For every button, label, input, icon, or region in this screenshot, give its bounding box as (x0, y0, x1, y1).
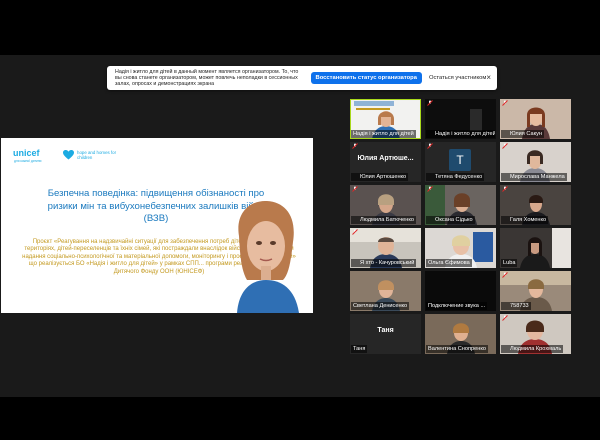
participant-name: Юлия Артюшенко (351, 173, 409, 181)
participant-tile[interactable]: Валентина Снопренко (425, 314, 496, 354)
muted-mic-icon (502, 100, 508, 106)
participant-name: Валентина Снопренко (426, 345, 488, 353)
participant-display-name: Юлия Артюше... (357, 155, 414, 162)
participant-name: Ольга Єфимова (426, 259, 472, 267)
participant-tile[interactable]: Ольга Єфимова (425, 228, 496, 268)
participant-tile[interactable]: Подключение звука ... (425, 271, 496, 311)
banner-message: Надія і житло для дітей в данный момент … (115, 68, 299, 88)
muted-mic-icon (427, 143, 433, 149)
participant-name: Оксана Сідько (426, 216, 475, 224)
participant-display-name: Таня (377, 327, 394, 334)
muted-mic-icon (502, 315, 508, 321)
remain-participant-button[interactable]: Остаться участником (429, 75, 486, 81)
hope-and-homes-logo: hope and homes for children (77, 150, 117, 160)
muted-mic-icon (427, 100, 433, 106)
participant-tile[interactable]: Надія і житло для дітей (425, 99, 496, 139)
participant-name: 758733 (501, 302, 531, 310)
heart-icon (63, 150, 74, 160)
muted-mic-icon (502, 143, 508, 149)
participant-name: Таня (351, 345, 368, 353)
unicef-logo-subtitle: для кожної дитини (14, 159, 42, 163)
unicef-logo: unicef (13, 148, 40, 158)
shared-screen: unicef для кожної дитини hope and homes … (1, 138, 313, 313)
participant-tile[interactable]: Мирослава Манжела (500, 142, 571, 182)
participant-tile[interactable]: Людмила Крохмаль (500, 314, 571, 354)
close-icon[interactable]: × (486, 74, 491, 82)
participant-name: Юлия Сакун (501, 130, 544, 138)
participant-tile[interactable]: Luba (500, 228, 571, 268)
participant-avatar: Т (449, 149, 471, 171)
participant-name: Я хто - Качуровський (351, 259, 417, 267)
participant-name: Тетяна Федусенко (426, 173, 485, 181)
participant-tile[interactable]: Т Тетяна Федусенко (425, 142, 496, 182)
participant-name: Надія і житло для дітей (351, 130, 416, 138)
participant-tile[interactable]: Оксана Сідько (425, 185, 496, 225)
muted-mic-icon (352, 186, 358, 192)
participant-name: Людмила Батюченко (351, 216, 416, 224)
muted-mic-icon (502, 186, 508, 192)
muted-mic-icon (502, 272, 508, 278)
participant-name: Галя Хоменко (501, 216, 549, 224)
muted-mic-icon (352, 143, 358, 149)
participant-name: Людмила Крохмаль (501, 345, 564, 353)
host-notification-banner: Надія і житло для дітей в данный момент … (107, 66, 497, 90)
participant-tile[interactable]: Галя Хоменко (500, 185, 571, 225)
participant-name: Надія і житло для дітей (426, 130, 495, 138)
muted-mic-icon (427, 186, 433, 192)
participant-name: Luba (501, 259, 518, 267)
participant-tile[interactable]: Юлия Сакун (500, 99, 571, 139)
muted-mic-icon (352, 229, 358, 235)
participant-name: Светлана Денисенко (351, 302, 410, 310)
participant-tile[interactable]: Я хто - Качуровський (350, 228, 421, 268)
reclaim-host-button[interactable]: Восстановить статус организатора (310, 72, 422, 84)
participant-name: Подключение звука ... (426, 302, 488, 310)
participant-name: Мирослава Манжела (501, 173, 567, 181)
participant-tile[interactable]: 758733 (500, 271, 571, 311)
participant-tile[interactable]: Светлана Денисенко (350, 271, 421, 311)
participant-tile[interactable]: Людмила Батюченко (350, 185, 421, 225)
participant-tile[interactable]: Юлия Артюше... Юлия Артюшенко (350, 142, 421, 182)
participant-tile[interactable]: Надія і житло для дітей (350, 99, 421, 139)
participant-tile[interactable]: Таня Таня (350, 314, 421, 354)
presenter-video (237, 200, 299, 313)
